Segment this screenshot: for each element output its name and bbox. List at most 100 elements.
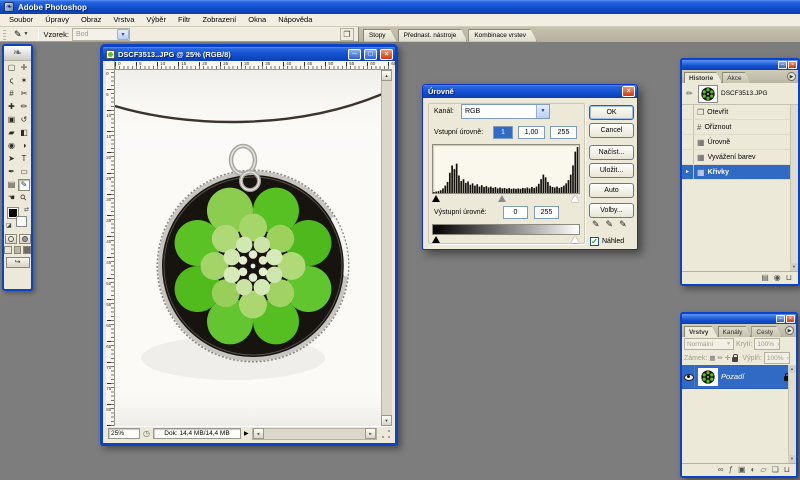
gradient-tool[interactable]: ◧ (18, 127, 30, 139)
history-brush-tool[interactable]: ↺ (18, 114, 30, 126)
tab-historie[interactable]: Historie (684, 72, 722, 83)
output-shadow-field[interactable]: 0 (503, 206, 528, 219)
shadow-slider[interactable] (432, 195, 440, 202)
output-highlight-slider[interactable] (571, 236, 579, 243)
input-highlight-field[interactable]: 255 (550, 126, 577, 139)
menu-item-výběr[interactable]: Výběr (140, 14, 172, 26)
file-browser-toggle-button[interactable]: ❐ (339, 27, 354, 41)
fullscreen-menubar-button[interactable] (13, 246, 22, 254)
close-button[interactable]: × (380, 48, 393, 60)
history-brush-source-well[interactable] (682, 105, 694, 119)
move-tool[interactable]: ✛ (18, 62, 30, 74)
delete-state-button[interactable]: ⊔ (786, 273, 792, 283)
crop-tool[interactable]: # (6, 88, 18, 100)
tab-kanaly[interactable]: Kanály (718, 326, 752, 337)
zoom-tool[interactable]: ⚲ (18, 192, 30, 204)
rectangular-marquee-tool[interactable]: ▢ (6, 62, 18, 74)
hand-tool[interactable]: ☚ (6, 192, 18, 204)
tab-akce[interactable]: Akce (722, 72, 750, 83)
preview-checkbox[interactable]: ✓ (590, 237, 599, 246)
minimize-icon[interactable]: ─ (778, 61, 787, 69)
brush-tool[interactable]: ✏ (18, 101, 30, 113)
white-point-eyedropper-icon[interactable]: ✎ (619, 219, 627, 230)
history-state-oříznout[interactable]: # Oříznout (682, 120, 798, 135)
history-brush-source-well[interactable]: ▸ (682, 165, 694, 179)
history-brush-source-well[interactable] (682, 135, 694, 149)
save-button[interactable]: Uložit... (589, 163, 634, 178)
input-gamma-field[interactable]: 1,00 (518, 126, 545, 139)
ok-button[interactable]: OK (589, 105, 634, 120)
add-mask-button[interactable]: ▣ (738, 465, 746, 475)
snapshot-thumbnail[interactable] (698, 84, 718, 103)
output-highlight-field[interactable]: 255 (534, 206, 559, 219)
minimize-icon[interactable]: ─ (776, 315, 785, 323)
blend-mode-dropdown[interactable]: Normální ▼ (684, 338, 734, 350)
menu-item-úpravy[interactable]: Úpravy (39, 14, 75, 26)
background-color-swatch[interactable] (16, 216, 27, 227)
new-snapshot-button[interactable]: ◉ (774, 273, 781, 283)
default-colors-icon[interactable]: ◪ (6, 222, 12, 229)
opacity-field[interactable]: 100% › (754, 338, 781, 350)
new-layer-button[interactable]: ❏ (772, 465, 779, 475)
type-tool[interactable]: T (18, 153, 30, 165)
layer-thumbnail[interactable] (698, 367, 718, 386)
healing-brush-tool[interactable]: ✚ (6, 101, 18, 113)
close-icon[interactable]: × (622, 86, 635, 97)
palette-well-tab[interactable]: Přednast. nástroje (398, 29, 468, 42)
options-bar-grip[interactable] (3, 28, 6, 40)
menu-item-zobrazení[interactable]: Zobrazení (196, 14, 242, 26)
history-brush-source-well[interactable] (682, 150, 694, 164)
resize-grip[interactable] (380, 427, 392, 440)
new-document-from-state-button[interactable]: ▤ (761, 273, 769, 283)
fullscreen-button[interactable] (23, 246, 32, 254)
menu-item-vrstva[interactable]: Vrstva (107, 14, 140, 26)
palette-menu-icon[interactable]: ▶ (785, 326, 794, 335)
load-button[interactable]: Načíst... (589, 145, 634, 160)
standard-screen-button[interactable] (4, 246, 12, 254)
black-point-eyedropper-icon[interactable]: ✎ (592, 219, 600, 230)
clone-stamp-tool[interactable]: ▣ (6, 114, 18, 126)
jump-to-imageready-button[interactable]: ↪ (5, 257, 30, 268)
gray-point-eyedropper-icon[interactable]: ✎ (606, 219, 614, 230)
history-state-vyvážení barev[interactable]: ▦ Vyvážení barev (682, 150, 798, 165)
scroll-down-icon[interactable]: ▼ (381, 415, 392, 426)
history-state-křivky[interactable]: ▸ ▦ Křivky (682, 165, 798, 180)
dodge-tool[interactable]: ◑ (18, 140, 30, 152)
history-scrollbar[interactable]: ▼ (790, 105, 798, 271)
output-shadow-slider[interactable] (432, 236, 440, 243)
menu-item-filtr[interactable]: Filtr (172, 14, 197, 26)
history-brush-source-icon[interactable]: ✏ (684, 89, 695, 98)
shape-tool[interactable]: ▭ (18, 166, 30, 178)
palette-well-tab[interactable]: Kombinace vrstev (468, 29, 537, 42)
scroll-up-icon[interactable]: ▲ (788, 365, 796, 373)
tool-preset-picker[interactable]: ✎ ▼ (10, 29, 33, 40)
eyedropper-tool[interactable]: ✎ (18, 179, 30, 191)
lock-toggle-icon[interactable]: ▦ (709, 354, 715, 362)
auto-button[interactable]: Auto (589, 183, 634, 198)
highlight-slider[interactable] (571, 195, 579, 202)
close-icon[interactable]: × (788, 61, 797, 69)
horizontal-scrollbar[interactable]: ◄ ► (251, 427, 377, 440)
close-icon[interactable]: × (786, 315, 795, 323)
fill-field[interactable]: 100% › (763, 352, 790, 364)
adobe-feather-logo[interactable]: ❧ (4, 46, 31, 61)
eraser-tool[interactable]: ▰ (6, 127, 18, 139)
history-state-úrovně[interactable]: ▦ Úrovně (682, 135, 798, 150)
scroll-down-icon[interactable]: ▼ (790, 263, 798, 271)
menu-item-okna[interactable]: Okna (242, 14, 272, 26)
notes-tool[interactable]: ▤ (6, 179, 18, 191)
app-title-bar[interactable]: ❧ Adobe Photoshop (0, 0, 800, 14)
document-size-info[interactable]: Dok: 14,4 MB/14,4 MB (152, 428, 241, 439)
swap-colors-icon[interactable]: ⇄ (24, 206, 29, 213)
sample-size-dropdown[interactable]: Bod ▼ (71, 27, 130, 41)
tab-cesty[interactable]: Cesty (751, 326, 782, 337)
new-set-button[interactable]: ▱ (760, 465, 766, 475)
zoom-level-field[interactable]: 25% (108, 428, 140, 439)
history-brush-source-well[interactable] (682, 120, 694, 134)
palette-well-tab[interactable]: Stopy (363, 29, 397, 42)
image-canvas[interactable] (115, 70, 381, 426)
visibility-toggle[interactable] (682, 365, 695, 388)
layer-style-button[interactable]: ƒ (729, 465, 733, 475)
tab-vrstvy[interactable]: Vrstvy (684, 326, 718, 337)
maximize-button[interactable]: □ (364, 48, 377, 60)
